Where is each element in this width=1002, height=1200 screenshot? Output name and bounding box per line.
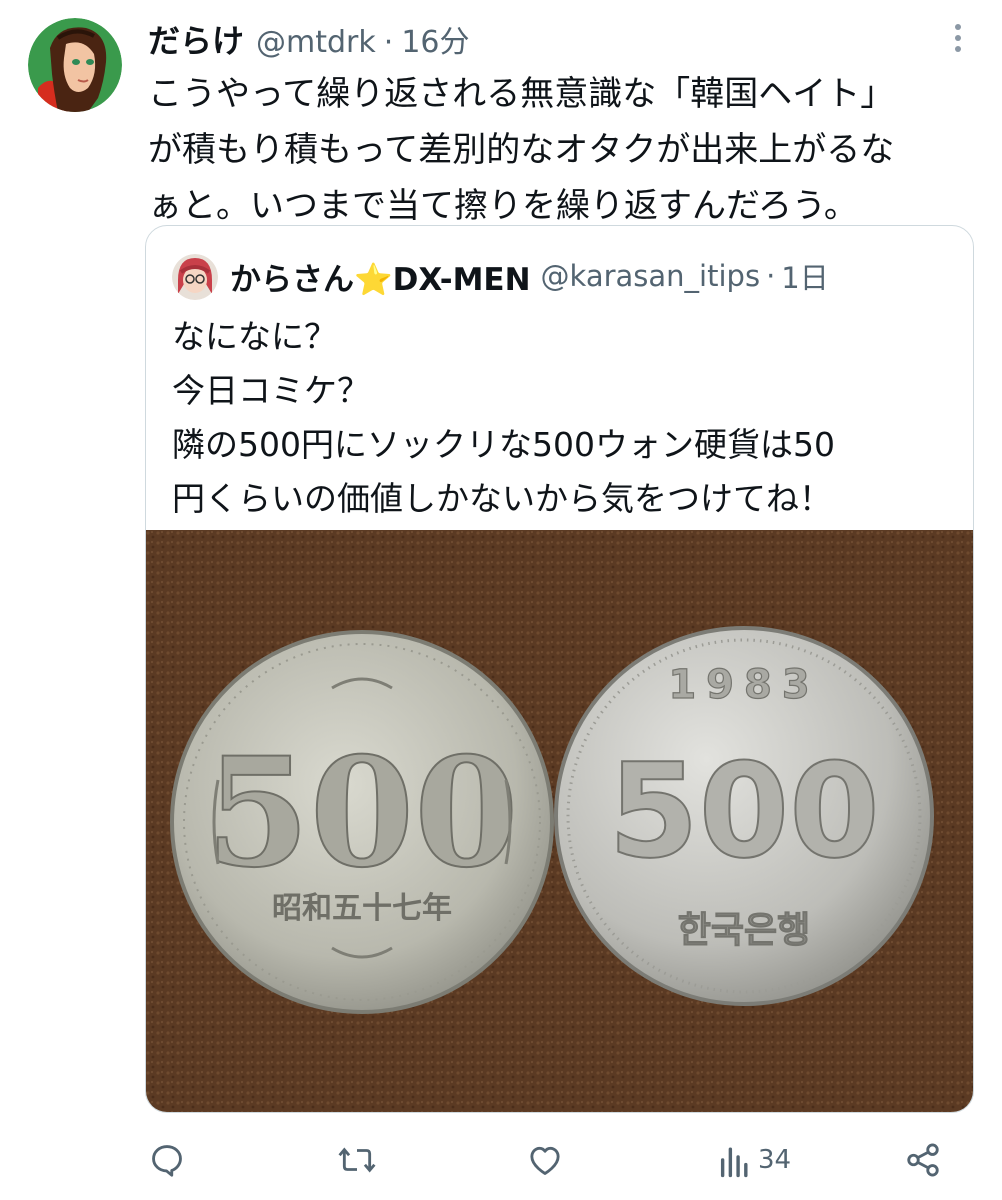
reply-button[interactable] [148,1134,186,1186]
quoted-header: からさん⭐DX-MEN @karasan_itips · 1日 [230,254,829,298]
reply-icon [148,1141,186,1179]
like-icon [526,1141,564,1179]
share-button[interactable] [904,1134,942,1186]
right-coin-value: 500 [608,735,879,887]
views-button[interactable]: 34 [718,1134,791,1186]
tweet-timestamp[interactable]: 16分 [401,17,469,61]
quoted-author-handle[interactable]: @karasan_itips [541,259,761,293]
author-name[interactable]: だらけ [148,16,244,62]
left-coin: 500 昭和五十七年 [170,630,554,1014]
retweet-icon [336,1141,378,1179]
right-coin-year: 1983 [668,662,819,708]
quoted-author-name[interactable]: からさん⭐DX-MEN [230,254,531,299]
views-count: 34 [758,1145,792,1175]
left-coin-era: 昭和五十七年 [272,891,452,926]
author-handle[interactable]: @mtdrk [256,25,376,60]
quoted-tweet[interactable]: からさん⭐DX-MEN @karasan_itips · 1日 なになに？ 今日… [145,225,974,1113]
tweet-text: こうやって繰り返される無意識な「韓国ヘイト」 が積もり積もって差別的なオタクが出… [148,74,895,226]
right-coin-country: 한국은행 [678,910,810,951]
quoted-author-avatar [172,254,218,300]
quoted-header-separator: · [766,259,776,293]
more-options-icon[interactable] [944,20,972,56]
retweet-button[interactable] [336,1134,378,1186]
right-coin: 1983 500 한국은행 [554,626,934,1006]
author-avatar[interactable] [28,18,122,112]
views-icon [718,1141,752,1179]
header-separator: · [383,25,394,60]
coin-photo[interactable]: 500 昭和五十七年 1983 500 한국은행 [146,530,973,1112]
tweet-actions: 34 [0,1134,1002,1186]
left-coin-value: 500 [205,725,518,901]
quoted-text: なになに？ 今日コミケ？ 隣の500円にソックリな500ウォン硬貨は50 円くら… [172,317,835,518]
like-button[interactable] [526,1134,564,1186]
tweet-header: だらけ @mtdrk · 16分 [148,16,470,60]
quoted-timestamp[interactable]: 1日 [781,255,828,297]
share-icon [904,1141,942,1179]
